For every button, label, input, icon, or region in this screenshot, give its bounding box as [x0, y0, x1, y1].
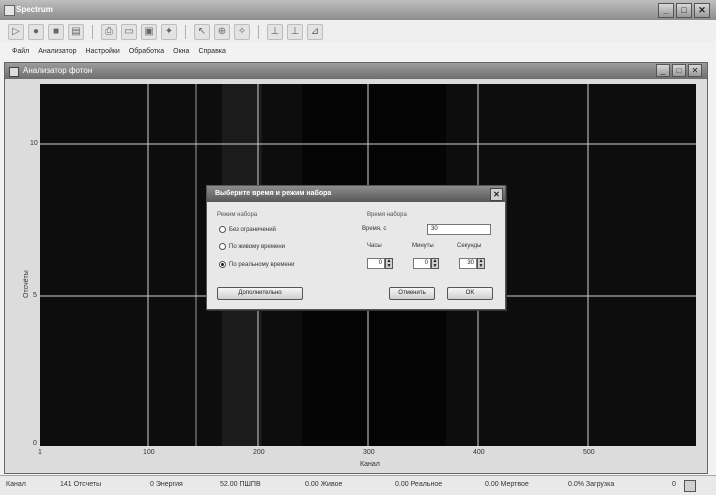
status-page: 0	[672, 481, 676, 488]
status-live-time: 0.00 Живое	[305, 481, 343, 488]
dialog-title: Выберите время и режим набора	[215, 190, 332, 197]
minutes-value[interactable]: 0	[413, 258, 431, 269]
status-channel: Канал	[6, 481, 26, 488]
y-tick-label: 0	[33, 440, 37, 447]
time-label: Время, с	[362, 226, 387, 232]
spin-arrows-icon[interactable]: ▲ ▼	[431, 258, 439, 269]
mode-option-unlimited[interactable]: Без ограничений	[219, 226, 276, 233]
mode-option-label: По реальному времени	[229, 261, 295, 268]
x-tick-label: 200	[253, 449, 265, 456]
hours-value[interactable]: 0	[367, 258, 385, 269]
time-seconds-input[interactable]: 30	[427, 224, 491, 235]
x-tick-label: 100	[143, 449, 155, 456]
minutes-stepper[interactable]: 0 ▲ ▼	[413, 258, 439, 269]
mode-option-real-time[interactable]: По реальному времени	[219, 261, 294, 268]
child-maximize-button[interactable]: □	[672, 64, 686, 77]
menu-bar: Файл Анализатор Настройки Обработка Окна…	[0, 43, 716, 59]
marker-left-icon[interactable]: ⊥	[267, 23, 283, 40]
hours-stepper[interactable]: 0 ▲ ▼	[367, 258, 393, 269]
cursor-icon[interactable]: ↖	[194, 23, 210, 40]
dialog-close-button[interactable]: ✕	[490, 188, 503, 201]
advanced-button[interactable]: Дополнительно	[217, 287, 303, 300]
cancel-button[interactable]: Отменить	[389, 287, 435, 300]
play-icon[interactable]: ▷	[8, 23, 24, 40]
status-load: 0.0% Загрузка	[568, 481, 615, 488]
time-group-label: Время набора	[367, 212, 407, 218]
x-axis-label: Канал	[360, 461, 380, 468]
hours-label: Часы	[367, 243, 382, 249]
minutes-label: Минуты	[412, 243, 434, 249]
menu-processing[interactable]: Обработка	[129, 48, 164, 55]
toolbar-separator	[258, 24, 259, 39]
x-tick-label: 400	[473, 449, 485, 456]
radio-button[interactable]	[219, 243, 226, 250]
mode-option-live-time[interactable]: По живому времени	[219, 243, 285, 250]
app-icon	[4, 5, 15, 16]
child-minimize-button[interactable]: _	[656, 64, 670, 77]
toolbar: ▷ ● ■ ▤ ⎙ ▭ ▣ ✦ ↖ ⊕ ✧ ⊥ ⊥ ⊿	[0, 21, 716, 42]
mode-option-label: По живому времени	[229, 243, 285, 250]
x-tick-label: 500	[583, 449, 595, 456]
analyzer-window-title: Анализатор фотон	[23, 66, 93, 75]
x-tick-label: 1	[38, 449, 42, 456]
menu-analyzer[interactable]: Анализатор	[38, 48, 76, 55]
acquisition-mode-dialog: Выберите время и режим набора ✕ Режим на…	[206, 185, 506, 310]
status-fwhm: 52.00 ПШПВ	[220, 481, 261, 488]
menu-file[interactable]: Файл	[12, 48, 29, 55]
marker-right-icon[interactable]: ⊿	[307, 23, 323, 40]
menu-help[interactable]: Справка	[198, 48, 225, 55]
menu-settings[interactable]: Настройки	[86, 48, 120, 55]
status-energy: 0 Энергия	[150, 481, 183, 488]
maximize-button[interactable]: □	[676, 3, 692, 18]
spin-arrows-icon[interactable]: ▲ ▼	[477, 258, 485, 269]
folder-icon[interactable]: ▭	[121, 23, 137, 40]
child-close-button[interactable]: ✕	[688, 64, 702, 77]
record-icon[interactable]: ●	[28, 23, 44, 40]
x-tick-label: 300	[363, 449, 375, 456]
window-icon	[9, 67, 19, 77]
radio-button-selected[interactable]	[219, 261, 226, 268]
seconds-stepper[interactable]: 30 ▲ ▼	[459, 258, 485, 269]
export-icon[interactable]: ✦	[161, 23, 177, 40]
ok-button[interactable]: OK	[447, 287, 493, 300]
menu-windows[interactable]: Окна	[173, 48, 189, 55]
marker-center-icon[interactable]: ⊥	[287, 23, 303, 40]
seconds-label: Секунды	[457, 243, 482, 249]
settings-icon[interactable]: ✧	[234, 23, 250, 40]
app-title: Spectrum	[16, 5, 53, 14]
toolbar-separator	[185, 24, 186, 39]
status-real-time: 0.00 Реальное	[395, 481, 443, 488]
y-axis-label: Отсчёты	[23, 270, 30, 298]
analyzer-window-title-bar: Анализатор фотон _ □ ✕	[5, 63, 707, 79]
toolbar-separator	[92, 24, 93, 39]
status-bar: Канал 141 Отсчеты 0 Энергия 52.00 ПШПВ 0…	[0, 475, 716, 495]
stop-icon[interactable]: ■	[48, 23, 64, 40]
close-button[interactable]: ✕	[694, 3, 710, 18]
print-icon[interactable]: ⎙	[101, 23, 117, 40]
radio-button[interactable]	[219, 226, 226, 233]
zoom-icon[interactable]: ⊕	[214, 23, 230, 40]
status-indicator-icon	[684, 480, 696, 492]
y-tick-label: 10	[30, 140, 38, 147]
app-title-bar: Spectrum _ □ ✕	[0, 0, 716, 20]
mode-group-label: Режим набора	[217, 212, 258, 218]
status-counts: 141 Отсчеты	[60, 481, 102, 488]
save-icon[interactable]: ▤	[68, 23, 84, 40]
dialog-title-bar: Выберите время и режим набора ✕	[207, 186, 505, 202]
minimize-button[interactable]: _	[658, 3, 674, 18]
y-tick-label: 5	[33, 292, 37, 299]
status-dead-time: 0.00 Мертвое	[485, 481, 529, 488]
save-file-icon[interactable]: ▣	[141, 23, 157, 40]
spin-arrows-icon[interactable]: ▲ ▼	[385, 258, 393, 269]
mode-option-label: Без ограничений	[229, 226, 276, 233]
seconds-value[interactable]: 30	[459, 258, 477, 269]
